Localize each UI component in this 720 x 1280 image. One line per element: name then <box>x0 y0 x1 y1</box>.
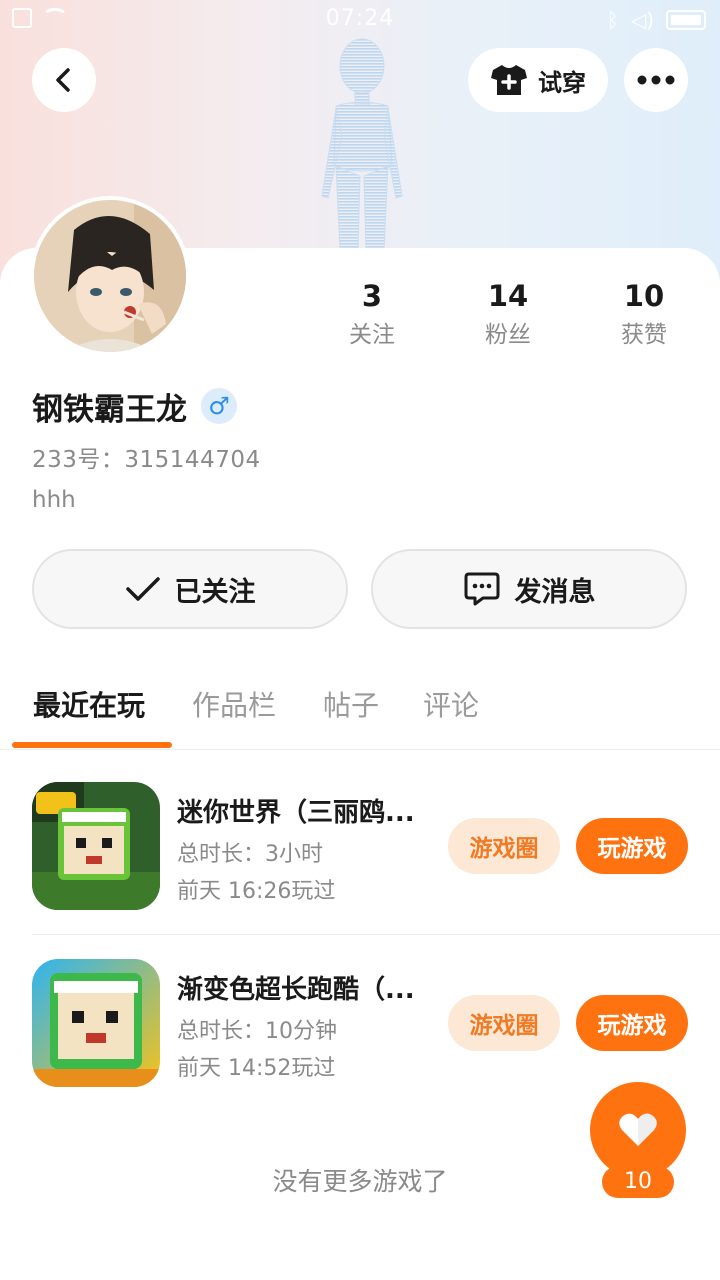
avatar-image <box>34 200 186 352</box>
like-button[interactable] <box>590 1082 686 1178</box>
status-right-icons: ᛒ ◁) <box>607 8 706 32</box>
play-game-button[interactable]: 玩游戏 <box>576 818 688 874</box>
stat-following[interactable]: 3 关注 <box>304 278 440 350</box>
back-button[interactable] <box>32 48 96 112</box>
game-title: 迷你世界（三丽鸥... <box>177 798 415 828</box>
game-icon-image <box>32 782 160 910</box>
send-message-label: 发消息 <box>514 576 596 608</box>
stat-label: 关注 <box>349 322 395 348</box>
game-icon[interactable] <box>32 959 160 1087</box>
battery-icon <box>666 10 706 30</box>
check-icon <box>125 577 160 601</box>
chat-bubble-icon <box>464 572 499 606</box>
vibrate-icon: ◁) <box>630 8 654 32</box>
tab-works[interactable]: 作品栏 <box>192 684 276 724</box>
send-message-button[interactable]: 发消息 <box>371 549 687 629</box>
tshirt-plus-icon <box>491 65 527 95</box>
play-game-button[interactable]: 玩游戏 <box>576 995 688 1051</box>
nickname: 钢铁霸王龙 <box>32 391 187 428</box>
back-arrow-icon <box>56 68 70 92</box>
game-list-item[interactable]: 渐变色超长跑酷（... 总时长：10分钟 前天 14:52玩过 游戏圈 玩游戏 <box>32 959 720 1087</box>
user-bio: hhh <box>32 487 76 513</box>
followed-label: 已关注 <box>174 576 256 608</box>
game-circle-button[interactable]: 游戏圈 <box>448 995 560 1051</box>
stat-followers[interactable]: 14 粉丝 <box>440 278 576 350</box>
game-last-played: 前天 14:52玩过 <box>177 1056 336 1081</box>
stats-row: 3 关注 14 粉丝 10 获赞 <box>304 278 712 358</box>
game-icon-image <box>32 959 160 1087</box>
game-duration: 总时长：3小时 <box>177 842 323 867</box>
heart-icon <box>619 1113 657 1146</box>
game-list-item[interactable]: 迷你世界（三丽鸥... 总时长：3小时 前天 16:26玩过 游戏圈 玩游戏 <box>32 782 720 910</box>
male-gender-icon: ♂ <box>201 388 237 424</box>
tab-posts[interactable]: 帖子 <box>323 684 379 724</box>
profile-tabs: 最近在玩 作品栏 帖子 评论 <box>0 668 720 750</box>
stat-label: 粉丝 <box>485 322 531 348</box>
tab-recently-played[interactable]: 最近在玩 <box>33 684 145 724</box>
stat-label: 获赞 <box>621 322 667 348</box>
stat-value: 10 <box>623 279 665 313</box>
try-on-label: 试穿 <box>538 68 586 97</box>
game-duration: 总时长：10分钟 <box>177 1019 337 1044</box>
game-title: 渐变色超长跑酷（... <box>177 975 415 1005</box>
stat-value: 3 <box>361 279 383 313</box>
try-on-button[interactable]: 试穿 <box>468 48 608 112</box>
more-dots-icon <box>637 75 675 85</box>
list-divider <box>32 934 720 935</box>
user-id: 233号：315144704 <box>32 447 261 473</box>
avatar-figure-silhouette <box>321 38 403 250</box>
avatar[interactable] <box>30 196 190 356</box>
followed-button[interactable]: 已关注 <box>32 549 348 629</box>
more-button[interactable] <box>624 48 688 112</box>
game-circle-button[interactable]: 游戏圈 <box>448 818 560 874</box>
status-bar: 07:24 ᛒ ◁) <box>0 0 720 40</box>
active-tab-indicator <box>12 742 172 748</box>
bluetooth-icon: ᛒ <box>606 8 619 32</box>
game-last-played: 前天 16:26玩过 <box>177 879 336 904</box>
stat-value: 14 <box>487 279 529 313</box>
game-icon[interactable] <box>32 782 160 910</box>
nickname-row: 钢铁霸王龙 ♂ <box>32 384 237 428</box>
like-count-badge: 10 <box>602 1166 674 1198</box>
stat-likes[interactable]: 10 获赞 <box>576 278 712 350</box>
tab-comments[interactable]: 评论 <box>423 684 479 724</box>
